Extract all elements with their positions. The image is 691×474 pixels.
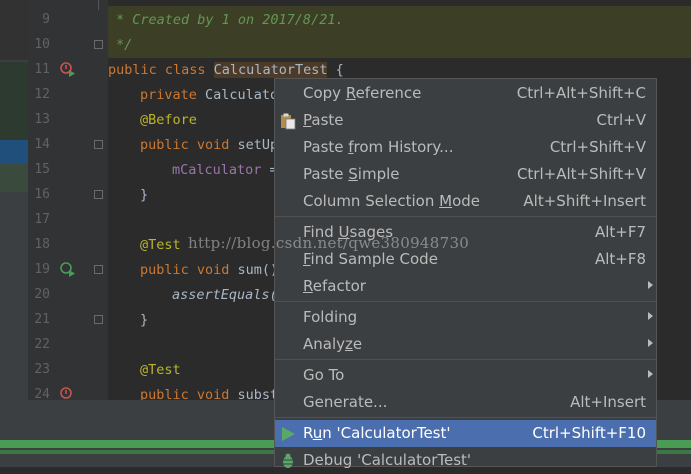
line-number: 17 [34, 212, 50, 227]
code-text: setUp [237, 137, 279, 153]
menu-item-folding[interactable]: Folding [275, 304, 656, 331]
field-name: mCalculator [172, 162, 262, 178]
submenu-arrow-icon [648, 312, 653, 320]
menu-item-copy-reference[interactable]: Copy Reference Ctrl+Alt+Shift+C [275, 80, 656, 107]
watermark: http://blog.csdn.net/qwe380948730 [188, 234, 470, 252]
debug-bug-icon [281, 453, 295, 468]
run-test-icon[interactable] [60, 262, 76, 278]
code-line-20[interactable]: assertEquals( [172, 287, 278, 303]
menu-item-paste-from-history[interactable]: Paste from History... Ctrl+Shift+V [275, 134, 656, 161]
line-number: 18 [34, 237, 50, 252]
code-line-18[interactable]: @Test [140, 237, 181, 253]
code-text: Calculato [205, 87, 279, 103]
strip-block-selected [0, 140, 28, 164]
fold-marker-icon[interactable] [94, 40, 103, 49]
menu-item-label: Paste [303, 111, 344, 129]
comment-line: * Created by 1 on 2017/8/21. [116, 12, 344, 28]
menu-item-shortcut: Alt+F7 [594, 223, 646, 241]
menu-item-label: Paste Simple [303, 165, 400, 183]
menu-item-go-to[interactable]: Go To [275, 362, 656, 389]
menu-item-column-selection-mode[interactable]: Column Selection Mode Alt+Shift+Insert [275, 188, 656, 215]
keyword: private [140, 87, 206, 103]
clipboard-icon [281, 113, 296, 130]
line-number: 19 [34, 262, 50, 277]
line-number: 12 [34, 87, 50, 102]
fold-marker-icon[interactable] [94, 265, 103, 274]
menu-item-refactor[interactable]: Refactor [275, 273, 656, 300]
code-line-19[interactable]: public void sum() [140, 262, 278, 278]
editor-context-menu: Copy Reference Ctrl+Alt+Shift+C Paste Ct… [274, 78, 657, 469]
menu-item-generate[interactable]: Generate... Alt+Insert [275, 389, 656, 416]
menu-item-shortcut: Ctrl+Alt+Shift+C [516, 84, 646, 102]
menu-item-label: Column Selection Mode [303, 192, 480, 210]
menu-item-label: Generate... [303, 393, 388, 411]
code-line-13[interactable]: @Before [140, 112, 197, 128]
menu-separator [275, 301, 656, 302]
menu-item-shortcut: Alt+Shift+Insert [523, 192, 646, 210]
fold-marker-icon[interactable] [94, 315, 103, 324]
strip-block [0, 62, 28, 142]
code-line-12[interactable]: private Calculato [140, 87, 278, 103]
menu-item-shortcut: Alt+Insert [570, 393, 646, 411]
code-line-16[interactable]: } [140, 187, 148, 203]
fold-marker-icon[interactable] [94, 140, 103, 149]
menu-item-label: Find Sample Code [303, 250, 438, 268]
line-number: 16 [34, 187, 50, 202]
menu-item-shortcut: Ctrl+Shift+F10 [532, 424, 646, 442]
gutter-fold-line [98, 0, 99, 10]
menu-item-label: Paste from History... [303, 138, 454, 156]
strip-block [0, 0, 28, 60]
menu-item-shortcut: Ctrl+V [596, 111, 646, 129]
submenu-arrow-icon [648, 281, 653, 289]
submenu-arrow-icon [648, 370, 653, 378]
fold-marker-icon[interactable] [94, 190, 103, 199]
line-number: 22 [34, 337, 50, 352]
menu-item-paste[interactable]: Paste Ctrl+V [275, 107, 656, 134]
menu-item-label: Debug 'CalculatorTest' [303, 451, 472, 469]
line-number: 15 [34, 162, 50, 177]
line-number: 20 [34, 287, 50, 302]
menu-item-analyze[interactable]: Analyze [275, 331, 656, 358]
menu-item-shortcut: Ctrl+Alt+Shift+V [516, 165, 646, 183]
menu-separator [275, 216, 656, 217]
class-name-highlight: CalculatorTest [213, 62, 328, 78]
code-line-23[interactable]: @Test [140, 362, 181, 378]
code-line-21[interactable]: } [140, 312, 148, 328]
run-icon [282, 427, 295, 441]
keyword: public class [108, 62, 214, 78]
menu-item-label: Copy Reference [303, 84, 422, 102]
menu-item-shortcut: Ctrl+Shift+V [549, 138, 646, 156]
menu-item-run-test[interactable]: Run 'CalculatorTest' Ctrl+Shift+F10 [275, 420, 656, 447]
code-line-11[interactable]: public class CalculatorTest { [108, 62, 344, 78]
code-line-14[interactable]: public void setUp [140, 137, 278, 153]
line-number: 23 [34, 362, 50, 377]
line-number: 9 [42, 12, 50, 27]
run-test-error-icon[interactable] [60, 62, 76, 78]
menu-item-label: Analyze [303, 335, 363, 353]
menu-item-label: Folding [303, 308, 358, 326]
code-text: sum() [237, 262, 279, 278]
menu-item-label: Go To [303, 366, 345, 384]
line-number: 21 [34, 312, 50, 327]
keyword: public void [140, 262, 238, 278]
left-tool-strip [0, 0, 28, 400]
line-number: 13 [34, 112, 50, 127]
menu-item-debug-test[interactable]: Debug 'CalculatorTest' [275, 447, 656, 474]
code-text: { [327, 62, 344, 78]
line-number: 14 [34, 137, 50, 152]
menu-separator [275, 417, 656, 418]
line-number: 10 [34, 37, 50, 52]
keyword: public void [140, 137, 238, 153]
line-number: 11 [34, 62, 50, 77]
menu-item-paste-simple[interactable]: Paste Simple Ctrl+Alt+Shift+V [275, 161, 656, 188]
menu-item-label: Refactor [303, 277, 366, 295]
menu-item-label: Run 'CalculatorTest' [303, 424, 451, 442]
code-line-15[interactable]: mCalculator = [172, 162, 278, 178]
menu-separator [275, 359, 656, 360]
menu-item-shortcut: Alt+F8 [594, 250, 646, 268]
submenu-arrow-icon [648, 339, 653, 347]
comment-end: */ [116, 37, 133, 53]
strip-block [0, 164, 28, 192]
